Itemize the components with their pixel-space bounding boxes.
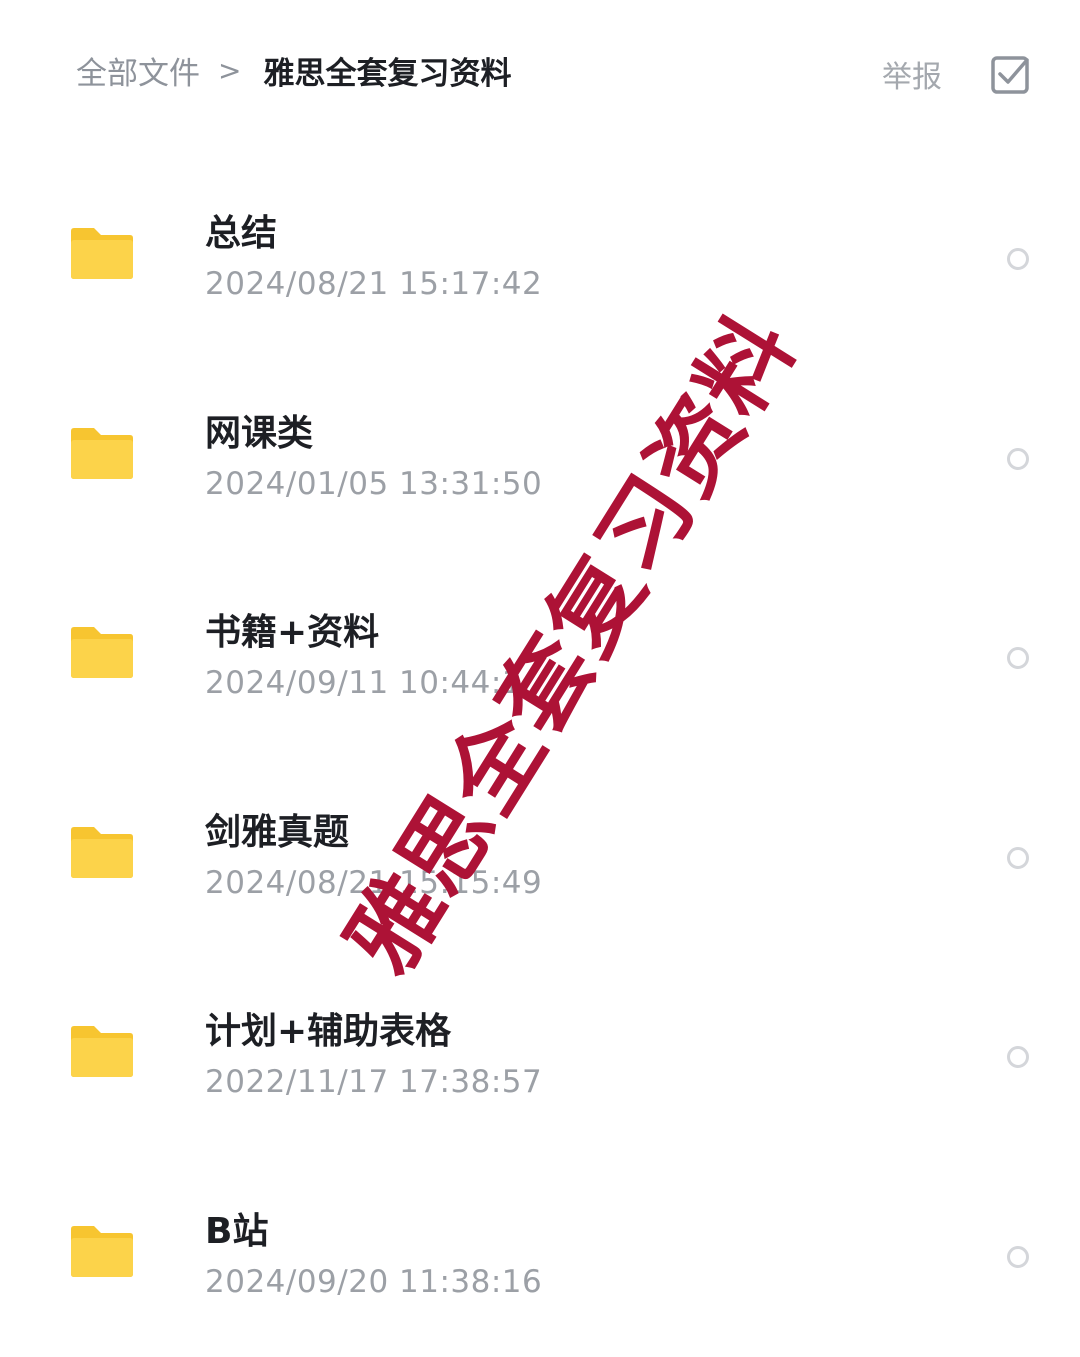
file-date: 2024/01/05 13:31:50 xyxy=(205,466,542,502)
file-name: 网课类 xyxy=(205,404,313,456)
header-bar: 全部文件 > 雅思全套复习资料 举报 xyxy=(0,0,1080,150)
folder-icon xyxy=(70,1224,134,1278)
file-name: 总结 xyxy=(205,204,277,256)
file-date: 2024/08/21 15:15:49 xyxy=(205,865,542,901)
folder-icon xyxy=(70,1024,134,1078)
select-radio[interactable] xyxy=(1007,647,1029,669)
file-name: 书籍+资料 xyxy=(205,603,379,655)
breadcrumb: 全部文件 > 雅思全套复习资料 xyxy=(76,44,511,96)
file-list: 总结 2024/08/21 15:17:42 网课类 2024/01/05 13… xyxy=(0,160,1080,1357)
select-radio[interactable] xyxy=(1007,1246,1029,1268)
file-name: 剑雅真题 xyxy=(205,803,349,855)
breadcrumb-separator: > xyxy=(218,54,241,87)
file-row[interactable]: 总结 2024/08/21 15:17:42 xyxy=(0,160,1080,360)
file-date: 2024/09/20 11:38:16 xyxy=(205,1264,542,1300)
select-radio[interactable] xyxy=(1007,448,1029,470)
folder-icon xyxy=(70,625,134,679)
file-row[interactable]: 计划+辅助表格 2022/11/17 17:38:57 xyxy=(0,958,1080,1158)
checkbox-icon[interactable] xyxy=(990,53,1032,95)
select-radio[interactable] xyxy=(1007,1046,1029,1068)
file-row[interactable]: B站 2024/09/20 11:38:16 xyxy=(0,1158,1080,1357)
select-radio[interactable] xyxy=(1007,248,1029,270)
file-row[interactable]: 书籍+资料 2024/09/11 10:44:1 xyxy=(0,559,1080,759)
breadcrumb-current-folder: 雅思全套复习资料 xyxy=(263,48,511,93)
file-name: B站 xyxy=(205,1202,268,1254)
file-row[interactable]: 网课类 2024/01/05 13:31:50 xyxy=(0,360,1080,560)
file-date: 2024/09/11 10:44:1 xyxy=(205,665,522,701)
file-row[interactable]: 剑雅真题 2024/08/21 15:15:49 xyxy=(0,759,1080,959)
report-button[interactable]: 举报 xyxy=(882,52,942,96)
folder-icon xyxy=(70,226,134,280)
breadcrumb-root-link[interactable]: 全部文件 xyxy=(76,48,200,93)
folder-icon xyxy=(70,426,134,480)
file-date: 2024/08/21 15:17:42 xyxy=(205,266,542,302)
file-date: 2022/11/17 17:38:57 xyxy=(205,1064,542,1100)
file-name: 计划+辅助表格 xyxy=(205,1002,451,1054)
select-radio[interactable] xyxy=(1007,847,1029,869)
folder-icon xyxy=(70,825,134,879)
